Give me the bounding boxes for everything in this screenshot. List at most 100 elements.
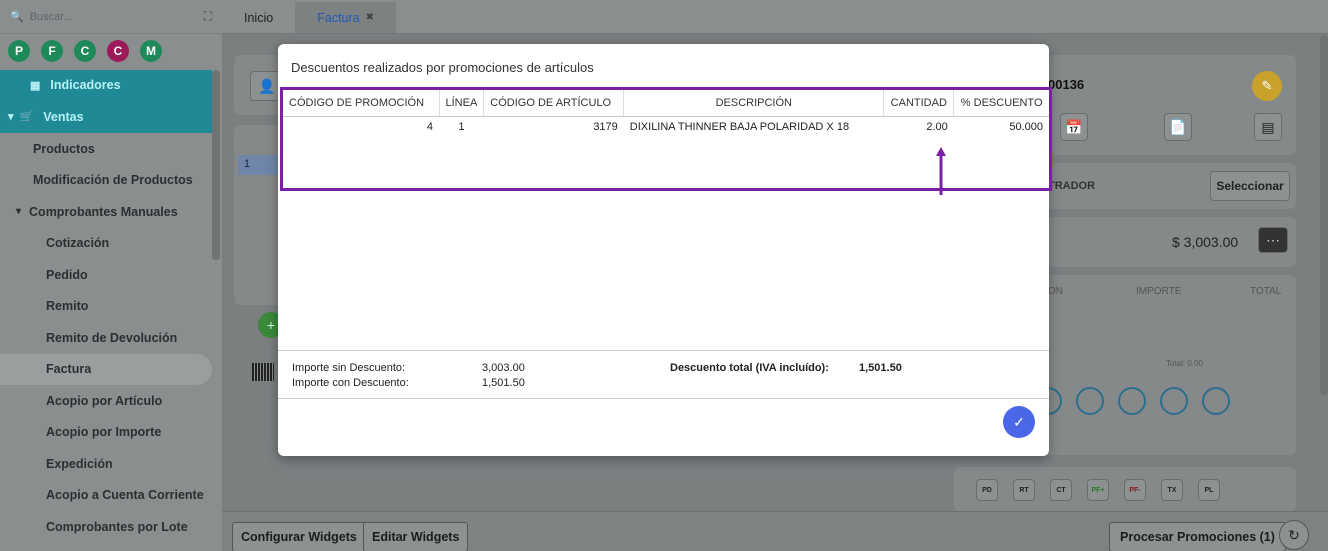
store-icon[interactable]: ▤ bbox=[1254, 113, 1282, 141]
shortcut-c2[interactable]: C bbox=[107, 40, 129, 62]
sidebar-item-modificacion-productos[interactable]: Modificación de Productos bbox=[0, 165, 212, 197]
column-header[interactable]: Código de artículo bbox=[483, 90, 625, 117]
descuento-total-label: Descuento total (IVA incluído): bbox=[670, 362, 829, 374]
payment-methods bbox=[1034, 387, 1230, 415]
shortcut-m[interactable]: M bbox=[140, 40, 162, 62]
confirm-button[interactable]: ✓ bbox=[1003, 406, 1035, 438]
sidebar-item-productos[interactable]: Productos bbox=[0, 133, 212, 165]
shortcut-p[interactable]: P bbox=[8, 40, 30, 62]
sidebar-item-acopio-articulo[interactable]: Acopio por Artículo bbox=[0, 385, 212, 417]
sidebar-item-comprobantes-manuales[interactable]: ▾ Comprobantes Manuales bbox=[0, 196, 212, 228]
shortcut-bar: P F C C M bbox=[0, 34, 222, 70]
sidebar-item-label: Indicadores bbox=[50, 78, 121, 92]
cell-codigo-promocion: 4 bbox=[426, 121, 433, 134]
editar-widgets-button[interactable]: Editar Widgets bbox=[363, 522, 469, 551]
tab-bar: Inicio Factura ✖ bbox=[222, 0, 1328, 34]
sidebar-item-cotizacion[interactable]: Cotización bbox=[0, 228, 212, 260]
calendar-icon[interactable]: 📅 bbox=[1060, 113, 1088, 141]
document-icon[interactable]: 📄 bbox=[1164, 113, 1192, 141]
search-icon: 🔍 bbox=[10, 11, 24, 23]
shortcut-f[interactable]: F bbox=[41, 40, 63, 62]
barcode-icon[interactable] bbox=[252, 363, 274, 381]
pf-plus-icon[interactable]: PF+ bbox=[1087, 479, 1109, 501]
card-icon[interactable] bbox=[1076, 387, 1104, 415]
annotation-arrow bbox=[936, 147, 946, 195]
cash-icon[interactable] bbox=[1202, 387, 1230, 415]
sidebar-item-ventas[interactable]: ▾ 🛒 Ventas bbox=[0, 100, 212, 133]
bank-icon[interactable] bbox=[1118, 387, 1146, 415]
sidebar-item-label: Ventas bbox=[43, 109, 84, 124]
print-panel: PD RT CT PF+ PF- TX PL bbox=[954, 467, 1296, 511]
rt-icon[interactable]: RT bbox=[1013, 479, 1035, 501]
sidebar-item-comprobantes-lote[interactable]: Comprobantes por Lote bbox=[0, 511, 212, 543]
cart-icon: 🛒 bbox=[19, 111, 34, 123]
tab-label: Factura bbox=[317, 10, 360, 25]
fullscreen-icon[interactable]: ⛶ bbox=[204, 9, 212, 24]
column-header[interactable]: Línea bbox=[439, 90, 485, 117]
seller-label: TRADOR bbox=[1048, 180, 1096, 192]
promotions-table: Código de promoción Línea Código de artí… bbox=[280, 87, 1052, 191]
total-amount: $ 3,003.00 bbox=[1172, 234, 1239, 250]
cell-descripcion: DIXILINA THINNER BAJA POLARIDAD X 18 bbox=[629, 121, 850, 134]
sidebar-item-factura[interactable]: Factura bbox=[0, 353, 212, 385]
dashboard-icon: ▦ bbox=[30, 79, 41, 92]
procesar-promociones-button[interactable]: Procesar Promociones (1) bbox=[1109, 522, 1286, 551]
pf-minus-icon[interactable]: PF- bbox=[1124, 479, 1146, 501]
descuento-total-value: 1,501.50 bbox=[859, 362, 902, 374]
seleccionar-button[interactable]: Seleccionar bbox=[1210, 171, 1290, 201]
cell-codigo-articulo: 3179 bbox=[593, 121, 618, 134]
coins-icon[interactable] bbox=[1160, 387, 1188, 415]
table-row[interactable]: 4 1 3179 DIXILINA THINNER BAJA POLARIDAD… bbox=[283, 116, 1049, 138]
configurar-widgets-button[interactable]: Configurar Widgets bbox=[232, 522, 366, 551]
column-header: ON bbox=[1048, 286, 1063, 297]
tab-factura[interactable]: Factura ✖ bbox=[295, 2, 396, 33]
importe-sin-label: Importe sin Descuento: bbox=[292, 362, 406, 374]
sidebar-item-indicadores[interactable]: ▦ Indicadores bbox=[0, 70, 212, 100]
shortcut-c[interactable]: C bbox=[74, 40, 96, 62]
divider bbox=[278, 350, 1049, 351]
cell-linea: 1 bbox=[458, 121, 465, 134]
sidebar: 🔍 Buscar... ⛶ P F C C M ▦ Indicadores ▾ … bbox=[0, 0, 222, 551]
pd-icon[interactable]: PD bbox=[976, 479, 998, 501]
check-icon: ✓ bbox=[1013, 413, 1025, 430]
cell-descuento: 50.000 bbox=[1009, 121, 1043, 134]
pl-icon[interactable]: PL bbox=[1198, 479, 1220, 501]
column-header[interactable]: % Descuento bbox=[953, 90, 1049, 117]
refresh-icon[interactable]: ↻ bbox=[1279, 520, 1309, 550]
tab-inicio[interactable]: Inicio bbox=[222, 2, 295, 33]
sidebar-item-pedido[interactable]: Pedido bbox=[0, 259, 212, 291]
column-header: TOTAL bbox=[1250, 286, 1282, 297]
sidebar-item-acopio-cc[interactable]: Acopio a Cuenta Corriente bbox=[0, 480, 212, 512]
content-scrollbar[interactable] bbox=[1320, 35, 1328, 395]
column-header: IMPORTE bbox=[1136, 286, 1182, 297]
divider bbox=[278, 398, 1049, 399]
ct-icon[interactable]: CT bbox=[1050, 479, 1072, 501]
sidebar-item-label: Comprobantes Manuales bbox=[29, 204, 178, 219]
close-icon[interactable]: ✖ bbox=[366, 12, 374, 23]
search-input[interactable]: Buscar... bbox=[30, 11, 73, 23]
column-header[interactable]: Descripción bbox=[623, 90, 885, 117]
sidebar-item-expedicion[interactable]: Expedición bbox=[0, 448, 212, 480]
file-buttons: PD RT CT PF+ PF- TX PL bbox=[976, 479, 1220, 501]
importe-sin-value: 3,003.00 bbox=[482, 362, 525, 374]
dialog-title: Descuentos realizados por promociones de… bbox=[291, 60, 594, 75]
column-header[interactable]: Cantidad bbox=[883, 90, 955, 117]
column-header[interactable]: Código de promoción bbox=[283, 90, 440, 117]
promotions-dialog: Descuentos realizados por promociones de… bbox=[278, 44, 1052, 456]
chevron-down-icon: ▾ bbox=[8, 111, 14, 123]
sidebar-item-remito-devolucion[interactable]: Remito de Devolución bbox=[0, 322, 212, 354]
chat-icon[interactable]: ⋯ bbox=[1258, 227, 1288, 253]
document-number: 00136 bbox=[1048, 77, 1085, 92]
sidebar-menu: ▦ Indicadores ▾ 🛒 Ventas Productos Modif… bbox=[0, 70, 212, 543]
sidebar-item-remito[interactable]: Remito bbox=[0, 291, 212, 323]
sidebar-scrollbar[interactable] bbox=[212, 70, 220, 260]
importe-con-label: Importe con Descuento: bbox=[292, 377, 409, 389]
search-bar[interactable]: 🔍 Buscar... ⛶ bbox=[0, 0, 222, 34]
sidebar-item-acopio-importe[interactable]: Acopio por Importe bbox=[0, 417, 212, 449]
table-header-row: Código de promoción Línea Código de artí… bbox=[283, 90, 1049, 117]
bottom-bar: Configurar Widgets Editar Widgets Proces… bbox=[222, 511, 1328, 551]
chevron-down-icon: ▾ bbox=[16, 206, 22, 218]
payments-total: Total: 0.00 bbox=[1166, 359, 1203, 368]
edit-icon[interactable]: ✎ bbox=[1252, 71, 1282, 101]
tx-icon[interactable]: TX bbox=[1161, 479, 1183, 501]
